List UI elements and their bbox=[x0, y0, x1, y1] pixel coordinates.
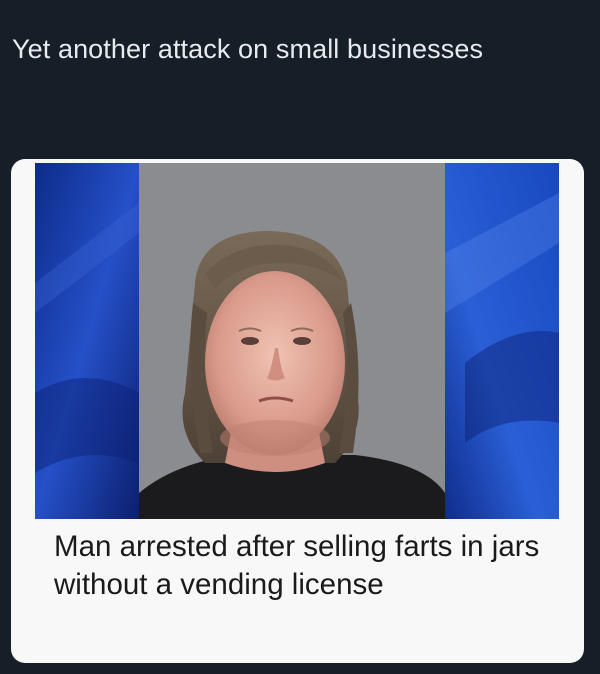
card-headline[interactable]: Man arrested after selling farts in jars… bbox=[54, 528, 564, 604]
news-card[interactable]: Man arrested after selling farts in jars… bbox=[11, 159, 584, 663]
tweet-text: Yet another attack on small businesses bbox=[12, 34, 484, 64]
mugshot-photo bbox=[35, 163, 559, 519]
